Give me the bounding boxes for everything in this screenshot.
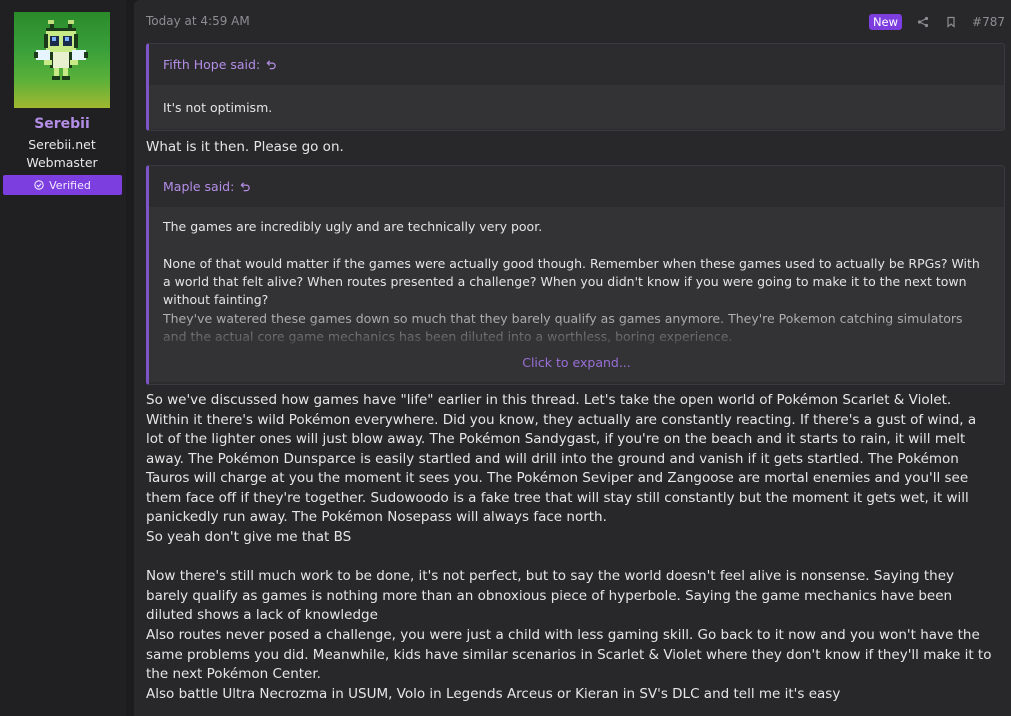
quote-block: Fifth Hope said: It's not optimism. [146, 43, 1005, 131]
post-paragraph: So yeah don't give me that BS [146, 528, 997, 548]
user-title-line-1: Serebii.net [28, 137, 96, 152]
post-timestamp[interactable]: Today at 4:59 AM [146, 14, 250, 28]
post-text: Now there's still much work to be done, … [146, 568, 955, 623]
post-paragraph: Now there's still much work to be done, … [146, 567, 997, 626]
share-button[interactable] [916, 15, 930, 29]
quote-paragraph: None of that would matter if the games w… [163, 256, 980, 307]
quote-header[interactable]: Fifth Hope said: [149, 44, 1004, 85]
username[interactable]: Serebii [0, 116, 124, 132]
post-text: What is it then. Please go on. [146, 139, 344, 155]
forum-post: Serebii Serebii.net Webmaster Verified T… [0, 0, 1011, 716]
post-text: Also battle Ultra Necrozma in USUM, Volo… [146, 686, 841, 702]
post-paragraph: Also battle Ultra Necrozma in USUM, Volo… [146, 685, 997, 705]
share-icon [917, 16, 929, 28]
post-paragraph: What is it then. Please go on. [146, 138, 997, 158]
click-to-expand-link[interactable]: Click to expand... [149, 355, 1004, 370]
post-paragraph: So we've discussed how games have "life"… [146, 391, 997, 528]
quote-author[interactable]: Maple said: [163, 179, 234, 194]
new-badge: New [868, 14, 903, 30]
bookmark-icon [947, 16, 955, 28]
quote-block: Maple said: The games are incredibly ugl… [146, 165, 1005, 385]
post-actions: New #787 [868, 14, 1005, 30]
check-circle-icon [34, 180, 44, 190]
quote-fade-overlay [149, 319, 1004, 359]
verified-label: Verified [49, 178, 91, 192]
user-title-line-2: Webmaster [26, 155, 98, 170]
post-text: So yeah don't give me that BS [146, 529, 352, 545]
quote-paragraph: The games are incredibly ugly and are te… [163, 219, 543, 234]
post-main: Today at 4:59 AM New #787 Fifth Hope sai… [134, 0, 1011, 716]
quote-content: It's not optimism. [149, 85, 1004, 129]
post-number-link[interactable]: #787 [972, 15, 1005, 29]
quote-text: It's not optimism. [163, 99, 273, 115]
quote-header[interactable]: Maple said: [149, 166, 1004, 207]
jump-to-quote-icon[interactable] [266, 59, 277, 70]
bookmark-button[interactable] [944, 15, 958, 29]
post-text: So we've discussed how games have "life"… [146, 392, 977, 525]
quote-author[interactable]: Fifth Hope said: [163, 57, 260, 72]
user-title: Serebii.net Webmaster [0, 136, 124, 172]
avatar[interactable] [14, 12, 110, 108]
post-text: Also routes never posed a challenge, you… [146, 627, 992, 682]
verified-badge: Verified [3, 175, 122, 195]
celebi-sprite-icon [34, 20, 88, 80]
jump-to-quote-icon[interactable] [240, 181, 251, 192]
quote-content: The games are incredibly ugly and are te… [149, 207, 1004, 382]
user-cell: Serebii Serebii.net Webmaster Verified [0, 0, 134, 716]
post-paragraph: Also routes never posed a challenge, you… [146, 626, 997, 685]
